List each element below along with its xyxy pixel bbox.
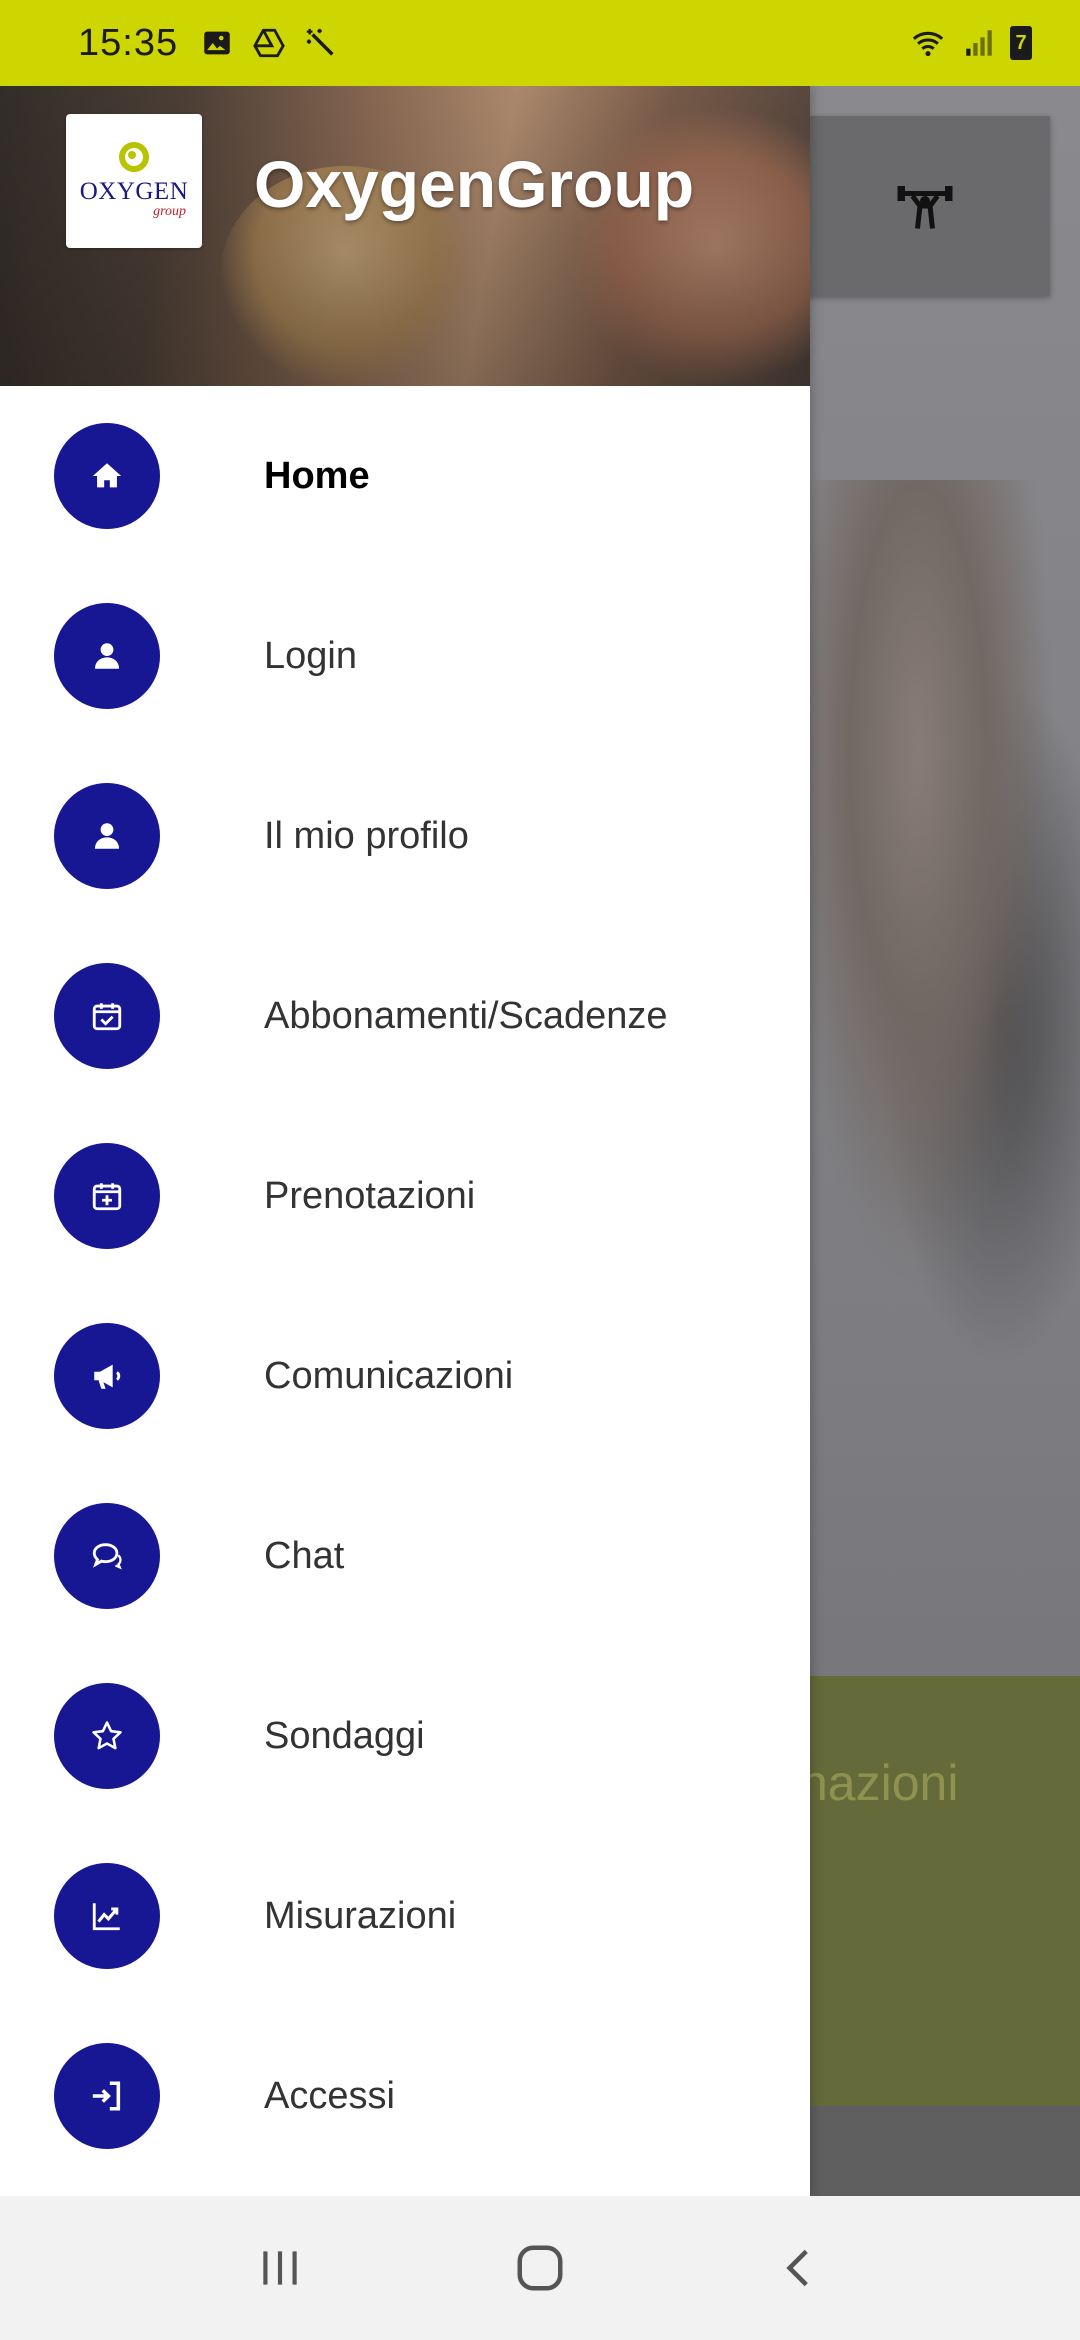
navigation-drawer: OXYGEN group OxygenGroup Home Login Il m… xyxy=(0,86,810,2196)
recents-icon xyxy=(263,2251,297,2285)
menu-item-label: Comunicazioni xyxy=(264,1354,514,1397)
home-button[interactable] xyxy=(500,2228,580,2308)
logo-word: OXYGEN xyxy=(79,178,189,205)
user-icon xyxy=(54,603,160,709)
recents-button[interactable] xyxy=(240,2228,320,2308)
menu-item-measurements[interactable]: Misurazioni xyxy=(0,1826,810,2006)
drive-icon xyxy=(253,28,285,58)
menu-item-label: Abbonamenti/Scadenze xyxy=(264,994,668,1037)
menu-item-communications[interactable]: Comunicazioni xyxy=(0,1286,810,1466)
wifi-icon xyxy=(912,31,944,57)
background-card-text: nazioni xyxy=(800,1755,959,1811)
magic-wand-icon xyxy=(306,28,334,56)
menu-item-profile[interactable]: Il mio profilo xyxy=(0,746,810,926)
home-icon xyxy=(54,423,160,529)
drawer-header: OXYGEN group OxygenGroup xyxy=(0,86,810,386)
menu-item-home[interactable]: Home xyxy=(0,386,810,566)
back-icon xyxy=(786,2249,808,2287)
back-button[interactable] xyxy=(760,2228,840,2308)
logo-ring-icon xyxy=(119,142,149,172)
battery-level: 7 xyxy=(1015,31,1027,54)
chart-line-icon xyxy=(54,1863,160,1969)
status-system-icons: 7 xyxy=(908,26,1032,60)
menu-item-label: Home xyxy=(264,454,370,497)
background-athlete-image xyxy=(810,480,1080,1380)
background-header-card[interactable] xyxy=(800,116,1050,296)
user-icon xyxy=(54,783,160,889)
background-green-card[interactable] xyxy=(810,1676,1080,2106)
menu-item-label: Chat xyxy=(264,1534,345,1577)
drawer-menu: Home Login Il mio profilo Abbonamenti/Sc… xyxy=(0,386,810,2186)
menu-item-label: Sondaggi xyxy=(264,1714,425,1757)
background-floor-image xyxy=(810,2106,1080,2196)
logo-sub: group xyxy=(153,204,186,219)
calendar-plus-icon xyxy=(54,1143,160,1249)
status-bar: 15:35 7 xyxy=(0,0,1080,86)
signal-icon xyxy=(966,30,992,56)
menu-item-label: Prenotazioni xyxy=(264,1174,476,1217)
megaphone-icon xyxy=(54,1323,160,1429)
system-nav-bar xyxy=(0,2196,1080,2340)
status-notification-icons xyxy=(200,26,338,60)
calendar-check-icon xyxy=(54,963,160,1069)
menu-item-label: Login xyxy=(264,634,357,677)
menu-item-login[interactable]: Login xyxy=(0,566,810,746)
battery-icon: 7 xyxy=(1010,26,1032,60)
menu-item-surveys[interactable]: Sondaggi xyxy=(0,1646,810,1826)
home-circle-icon xyxy=(517,2245,563,2291)
menu-item-subscriptions[interactable]: Abbonamenti/Scadenze xyxy=(0,926,810,1106)
image-icon xyxy=(204,31,230,55)
status-time: 15:35 xyxy=(78,21,179,64)
menu-item-chat[interactable]: Chat xyxy=(0,1466,810,1646)
menu-item-label: Misurazioni xyxy=(264,1894,457,1937)
sign-in-icon xyxy=(54,2043,160,2149)
brand-title: OxygenGroup xyxy=(254,147,695,221)
menu-item-label: Il mio profilo xyxy=(264,814,469,857)
chat-icon xyxy=(54,1503,160,1609)
menu-item-bookings[interactable]: Prenotazioni xyxy=(0,1106,810,1286)
menu-item-access[interactable]: Accessi xyxy=(0,2006,810,2186)
weightlifter-icon xyxy=(897,186,953,229)
brand-logo: OXYGEN group xyxy=(66,114,202,248)
menu-item-label: Accessi xyxy=(264,2074,395,2117)
star-icon xyxy=(54,1683,160,1789)
